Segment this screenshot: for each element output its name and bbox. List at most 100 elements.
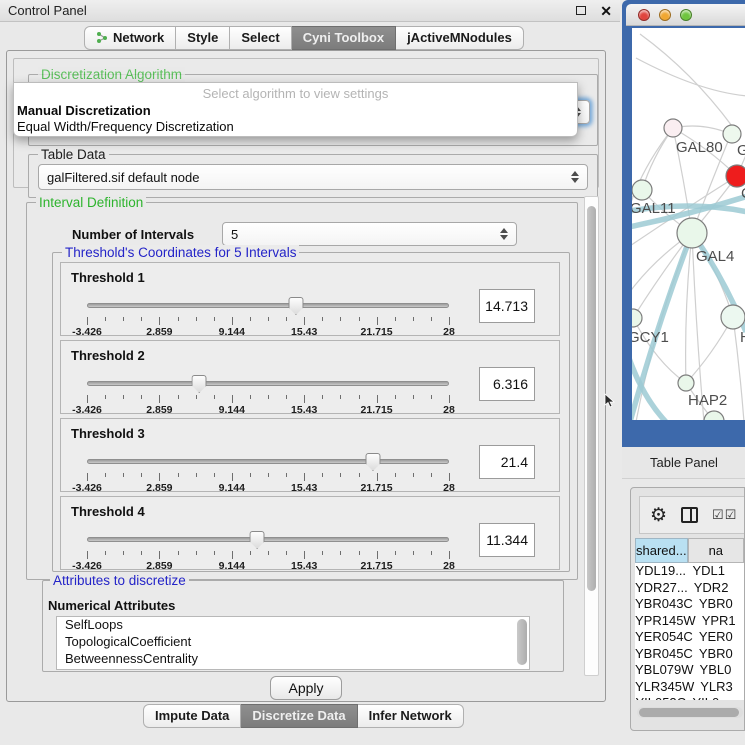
table-cell[interactable]: YPR145W [635,613,696,630]
network-node-gcy1[interactable] [632,309,642,327]
table-cell[interactable]: YDR2 [688,580,744,597]
table-row[interactable]: YER054CYER0 [635,629,744,646]
table-cell[interactable]: YDR27... [635,580,688,597]
table-column-header-2[interactable]: na [688,538,744,563]
table-column-header-1[interactable]: shared... [635,538,688,563]
algorithm-option-manual-discretization[interactable]: Manual Discretization [14,103,577,119]
table-hscrollbar-thumb[interactable] [639,708,739,717]
table-cell[interactable]: YIL052C [635,695,687,700]
table-cell[interactable]: YDL1 [687,563,745,580]
columns-icon[interactable] [681,507,698,523]
zoom-traffic-light[interactable] [680,9,692,21]
node-table[interactable]: shared...na YDL19...YDL1YDR27...YDR2YBR0… [635,538,744,700]
table-row[interactable]: YBR043CYBR0 [635,596,744,613]
slider-track[interactable] [87,537,449,542]
vertical-scrollbar[interactable] [584,196,599,676]
slider-track[interactable] [87,381,449,386]
slider-scale-labels: -3.4262.8599.14415.4321.71528 [87,404,449,415]
tab-infer-network[interactable]: Infer Network [358,704,464,728]
table-cell[interactable]: YBR0 [693,646,744,663]
table-cell[interactable]: YER054C [635,629,693,646]
slider-track[interactable] [87,459,449,464]
threshold-slider[interactable]: -3.4262.8599.14415.4321.71528 [87,297,449,335]
minimize-traffic-light[interactable] [659,9,671,21]
tab-jactivemnodules[interactable]: jActiveMNodules [396,26,524,50]
tab-label: Select [241,30,279,45]
network-node-hap2[interactable] [678,375,694,391]
table-row[interactable]: YPR145WYPR1 [635,613,744,630]
slider-handle[interactable] [250,531,265,549]
threshold-slider[interactable]: -3.4262.8599.14415.4321.71528 [87,375,449,413]
table-cell[interactable]: YPR1 [696,613,744,630]
close-traffic-light[interactable] [638,9,650,21]
threshold-value-field[interactable]: 11.344 [479,523,535,557]
tab-label: Style [187,30,218,45]
table-cell[interactable]: YBR045C [635,646,693,663]
network-node-label: GAL11 [632,200,676,217]
table-row[interactable]: YBR045CYBR0 [635,646,744,663]
checkbox-icons[interactable]: ☑☑ [712,507,737,523]
vertical-scrollbar-thumb[interactable] [587,206,596,591]
table-row[interactable]: YBL079WYBL0 [635,662,744,679]
table-row[interactable]: YLR345WYLR3 [635,679,744,696]
network-node-label: GAL80 [676,139,723,156]
apply-button[interactable]: Apply [270,676,342,700]
table-cell[interactable]: YLR3 [694,679,744,696]
table-cell[interactable]: YDL19... [635,563,687,580]
interval-definition-title: Interval Definition [36,195,146,210]
table-horizontal-scrollbar[interactable] [637,707,743,718]
tab-select[interactable]: Select [230,26,291,50]
table-cell[interactable]: YLR345W [635,679,694,696]
attributes-scrollbar-thumb[interactable] [517,619,527,665]
network-node-gal11[interactable] [632,180,652,200]
table-data-combo[interactable]: galFiltered.sif default node [38,164,588,190]
tab-network[interactable]: Network [84,26,176,50]
threshold-value-field[interactable]: 14.713 [479,289,535,323]
network-canvas[interactable]: GAL80GCGAL11GAL4GCY1HHAP2 [632,28,745,420]
slider-track[interactable] [87,303,449,308]
threshold-slider[interactable]: -3.4262.8599.14415.4321.71528 [87,453,449,491]
number-of-intervals-combo[interactable]: 5 [222,222,517,246]
network-node-h[interactable] [721,305,745,329]
slider-handle[interactable] [192,375,207,393]
table-row[interactable]: YDR27...YDR2 [635,580,744,597]
algorithm-option-equal-width-frequency-discretization[interactable]: Equal Width/Frequency Discretization [14,119,577,135]
threshold-box-4: Threshold 4-3.4262.8599.14415.4321.71528… [60,496,560,570]
network-window-titlebar[interactable] [626,4,745,26]
gear-icon[interactable]: ⚙ [650,506,667,525]
threshold-value-field[interactable]: 21.4 [479,445,535,479]
network-node-g[interactable] [723,125,741,143]
float-window-icon[interactable] [576,6,586,15]
attribute-item-betweennesscentrality[interactable]: BetweennessCentrality [57,651,529,668]
tab-style[interactable]: Style [176,26,230,50]
slider-handle[interactable] [288,297,303,315]
tab-discretize-data[interactable]: Discretize Data [241,704,357,728]
slider-scale-labels: -3.4262.8599.14415.4321.71528 [87,560,449,571]
table-data-group-title: Table Data [38,147,109,162]
tab-cyni-toolbox[interactable]: Cyni Toolbox [292,26,396,50]
threshold-value-field[interactable]: 6.316 [479,367,535,401]
table-cell[interactable]: YIL0 [687,695,745,700]
tab-impute-data[interactable]: Impute Data [143,704,241,728]
network-node-c[interactable] [726,165,745,187]
numerical-attributes-label: Numerical Attributes [48,598,175,613]
threshold-box-2: Threshold 2-3.4262.8599.14415.4321.71528… [60,340,560,414]
table-row[interactable]: YIL052CYIL0 [635,695,744,700]
attribute-item-topologicalcoefficient[interactable]: TopologicalCoefficient [57,634,529,651]
combo-arrows-icon [571,171,579,183]
table-cell[interactable]: YBL079W [635,662,694,679]
close-icon[interactable]: ✕ [600,4,612,18]
table-cell[interactable]: YBR0 [693,596,744,613]
table-cell[interactable]: YBL0 [694,662,744,679]
table-cell[interactable]: YBR043C [635,596,693,613]
table-row[interactable]: YDL19...YDL1 [635,563,744,580]
network-edge [686,233,692,383]
numerical-attributes-list[interactable]: SelfLoopsTopologicalCoefficientBetweenne… [56,616,530,670]
threshold-slider[interactable]: -3.4262.8599.14415.4321.71528 [87,531,449,569]
network-node-gal80[interactable] [664,119,682,137]
table-panel-body: ⚙ ☑☑ shared...na YDL19...YDL1YDR27...YDR… [630,487,745,731]
network-node-gal4[interactable] [677,218,707,248]
table-cell[interactable]: YER0 [693,629,744,646]
slider-handle[interactable] [365,453,380,471]
attribute-item-selfloops[interactable]: SelfLoops [57,617,529,634]
